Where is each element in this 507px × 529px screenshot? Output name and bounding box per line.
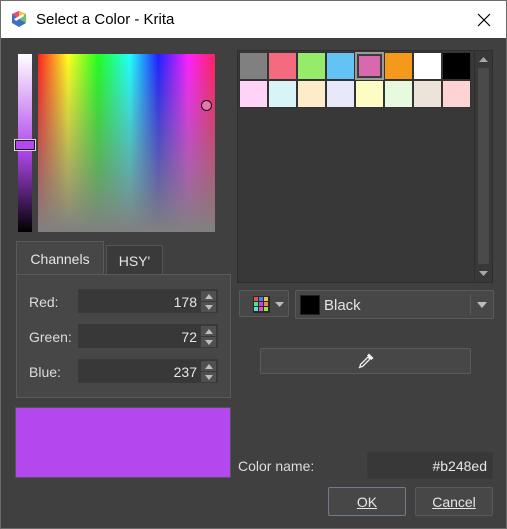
palette-swatch[interactable]	[239, 80, 268, 108]
palette-swatch[interactable]	[326, 80, 355, 108]
chevron-down-icon	[204, 304, 213, 310]
selected-color-name: Black	[324, 297, 361, 314]
palette-swatch[interactable]	[355, 80, 384, 108]
channels-panel: Red: 178 Green: 72 Blue: 237	[16, 274, 231, 398]
chevron-up-icon	[479, 57, 488, 62]
scroll-up-button[interactable]	[477, 53, 490, 66]
palette-chooser-button[interactable]	[239, 290, 289, 317]
tab-hsy[interactable]: HSY'	[106, 245, 163, 275]
palette-swatch[interactable]	[413, 52, 442, 80]
color-square-cursor[interactable]	[201, 100, 212, 111]
chevron-down-icon	[477, 302, 487, 308]
close-button[interactable]	[462, 1, 506, 39]
color-name-input[interactable]: #b248ed	[367, 452, 493, 479]
blue-value[interactable]: 237	[174, 364, 197, 380]
green-channel-row: Green: 72	[29, 324, 219, 350]
red-channel-row: Red: 178	[29, 289, 219, 315]
palette-swatch[interactable]	[268, 52, 297, 80]
ok-label: OK	[356, 493, 378, 510]
green-label: Green:	[29, 329, 72, 345]
blue-spinbox[interactable]: 237	[78, 359, 218, 383]
combo-divider	[470, 294, 471, 315]
green-increment-button[interactable]	[201, 326, 216, 336]
combo-dropdown-button[interactable]	[475, 298, 489, 312]
palette-swatch[interactable]	[326, 52, 355, 80]
close-icon	[477, 13, 491, 27]
value-slider-handle[interactable]	[14, 139, 36, 151]
palette-scrollbar[interactable]	[474, 51, 492, 282]
chevron-up-icon	[204, 363, 213, 369]
palette-swatch[interactable]	[384, 80, 413, 108]
palette-swatch[interactable]	[442, 80, 471, 108]
color-name-value[interactable]: #b248ed	[432, 458, 487, 474]
color-name-label: Color name:	[238, 458, 315, 474]
green-value[interactable]: 72	[181, 329, 197, 345]
chevron-down-icon	[204, 374, 213, 380]
palette-swatch[interactable]	[297, 80, 326, 108]
red-spin-buttons	[201, 291, 216, 312]
eyedropper-button[interactable]	[260, 348, 471, 374]
tab-channels-label: Channels	[30, 251, 90, 267]
red-decrement-button[interactable]	[201, 302, 216, 312]
krita-app-icon	[12, 11, 26, 27]
dialog-body: Channels HSY' Red: 178 Green: 72 Blue: 2…	[0, 38, 507, 529]
scrollbar-thumb[interactable]	[478, 68, 489, 264]
eyedropper-icon	[358, 353, 373, 369]
window-title: Select a Color - Krita	[36, 11, 175, 28]
palette-grid-icon	[253, 296, 270, 313]
palette-swatch[interactable]	[384, 52, 413, 80]
current-color-preview	[15, 407, 231, 478]
scroll-down-button[interactable]	[477, 267, 490, 280]
blue-decrement-button[interactable]	[201, 372, 216, 382]
color-square[interactable]	[38, 54, 215, 232]
cancel-label: Cancel	[432, 493, 476, 510]
chevron-down-icon	[275, 302, 284, 307]
palette-swatch[interactable]	[297, 52, 326, 80]
chevron-up-icon	[204, 293, 213, 299]
palette-swatch[interactable]	[413, 80, 442, 108]
tab-hsy-label: HSY'	[118, 253, 151, 269]
blue-label: Blue:	[29, 364, 61, 380]
palette-swatch[interactable]	[442, 52, 471, 80]
red-increment-button[interactable]	[201, 291, 216, 301]
blue-increment-button[interactable]	[201, 361, 216, 371]
red-label: Red:	[29, 294, 59, 310]
selected-color-swatch	[300, 295, 320, 315]
palette-swatch[interactable]	[268, 80, 297, 108]
blue-spin-buttons	[201, 361, 216, 382]
palette-swatch[interactable]	[355, 52, 384, 80]
chevron-down-icon	[204, 339, 213, 345]
cancel-button[interactable]: Cancel	[415, 487, 493, 516]
color-select[interactable]: Black	[295, 290, 494, 319]
green-decrement-button[interactable]	[201, 337, 216, 347]
chevron-down-icon	[479, 271, 488, 276]
green-spinbox[interactable]: 72	[78, 324, 218, 348]
tab-channels[interactable]: Channels	[16, 241, 104, 275]
title-bar: Select a Color - Krita	[0, 0, 507, 38]
blue-channel-row: Blue: 237	[29, 359, 219, 385]
chevron-up-icon	[204, 328, 213, 334]
red-value[interactable]: 178	[174, 294, 197, 310]
ok-button[interactable]: OK	[328, 487, 406, 516]
palette-swatch[interactable]	[239, 52, 268, 80]
palette-grid	[237, 50, 493, 283]
red-spinbox[interactable]: 178	[78, 289, 218, 313]
green-spin-buttons	[201, 326, 216, 347]
